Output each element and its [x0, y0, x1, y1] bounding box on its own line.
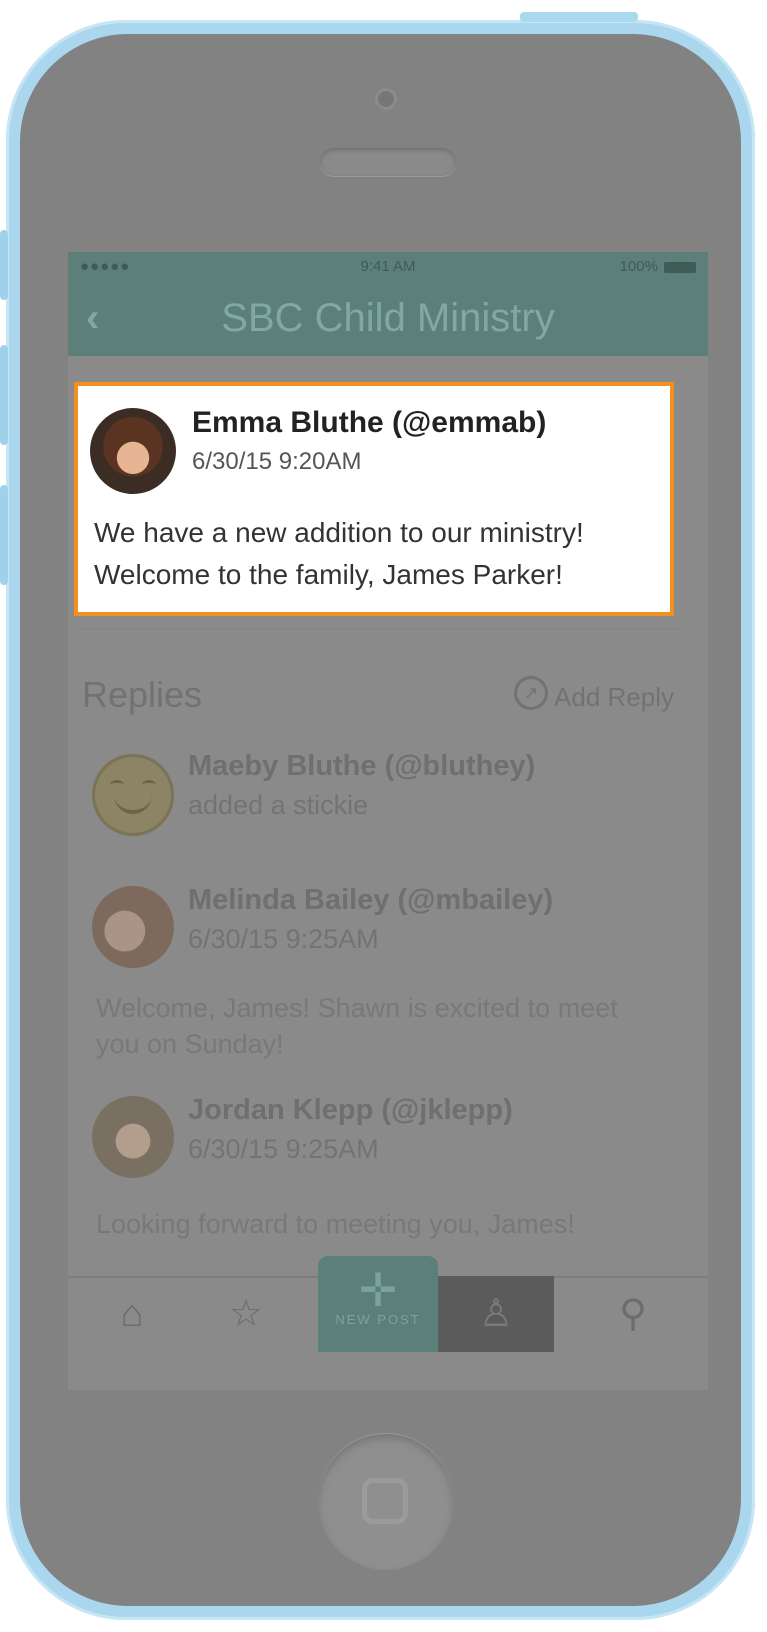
- tab-bar: ⌂ ☆ ✛ NEW POST ♙ ⚲: [68, 1256, 708, 1390]
- reply-item[interactable]: Maeby Bluthe (@bluthey) added a stickie: [68, 746, 708, 856]
- power-button: [520, 12, 638, 22]
- home-button[interactable]: [318, 1434, 454, 1570]
- post-body: We have a new addition to our ministry! …: [94, 517, 584, 590]
- profile-icon: ♙: [478, 1293, 514, 1335]
- mute-switch: [0, 230, 8, 300]
- reply-item[interactable]: Melinda Bailey (@mbailey) 6/30/15 9:25AM…: [68, 878, 708, 1078]
- reply-item[interactable]: Jordan Klepp (@jklepp) 6/30/15 9:25AM Lo…: [68, 1088, 708, 1258]
- tab-profile[interactable]: ♙: [438, 1276, 554, 1352]
- reply-text: Welcome, James! Shawn is excited to meet…: [96, 993, 618, 1059]
- reply-timestamp: 6/30/15 9:25AM: [188, 924, 379, 954]
- avatar[interactable]: [92, 1096, 174, 1178]
- home-button-square-icon: [362, 1478, 408, 1524]
- status-time: 9:41 AM: [360, 258, 416, 275]
- battery-percent: 100%: [619, 258, 658, 275]
- plus-icon: ✛: [358, 1264, 398, 1316]
- battery-icon: [664, 262, 696, 273]
- reply-author[interactable]: Jordan Klepp (@jklepp): [188, 1094, 513, 1127]
- page-title: SBC Child Ministry: [221, 296, 555, 340]
- search-icon: ⚲: [619, 1293, 647, 1335]
- new-post-button[interactable]: ✛ NEW POST: [318, 1256, 438, 1352]
- content-area: Emma Bluthe (@emmab) 6/30/15 9:20AM We h…: [68, 356, 708, 1316]
- avatar[interactable]: [92, 886, 174, 968]
- reply-author[interactable]: Melinda Bailey (@mbailey): [188, 884, 553, 917]
- tab-favorites[interactable]: ☆: [186, 1276, 306, 1352]
- screen: ●●●●● 9:41 AM 100% ‹ SBC Child Ministry …: [68, 252, 708, 1390]
- post-timestamp: 6/30/15 9:20AM: [192, 448, 362, 475]
- reply-author[interactable]: Maeby Bluthe (@bluthey): [188, 750, 535, 783]
- star-icon: ☆: [228, 1293, 264, 1335]
- new-post-label: NEW POST: [335, 1312, 421, 1327]
- smiley-sticker-icon: [92, 754, 174, 836]
- volume-up-button: [0, 345, 8, 445]
- highlighted-post[interactable]: Emma Bluthe (@emmab) 6/30/15 9:20AM We h…: [74, 382, 674, 616]
- front-camera: [375, 88, 397, 110]
- home-icon: ⌂: [120, 1293, 144, 1335]
- post-author[interactable]: Emma Bluthe (@emmab): [192, 406, 546, 440]
- reply-subtitle: added a stickie: [188, 790, 369, 820]
- tab-home[interactable]: ⌂: [72, 1276, 192, 1352]
- reply-text: Looking forward to meeting you, James!: [96, 1209, 575, 1239]
- avatar[interactable]: [90, 408, 176, 494]
- nav-bar: ‹ SBC Child Ministry: [68, 282, 708, 356]
- reply-timestamp: 6/30/15 9:25AM: [188, 1134, 379, 1164]
- tab-search[interactable]: ⚲: [558, 1276, 708, 1352]
- volume-down-button: [0, 485, 8, 585]
- replies-heading: Replies: [82, 674, 203, 715]
- divider: [80, 628, 680, 630]
- reply-arrow-icon[interactable]: ↗: [514, 676, 548, 710]
- status-bar: ●●●●● 9:41 AM 100%: [68, 252, 708, 282]
- earpiece-speaker: [320, 148, 456, 176]
- add-reply-button[interactable]: Add Reply: [554, 682, 674, 713]
